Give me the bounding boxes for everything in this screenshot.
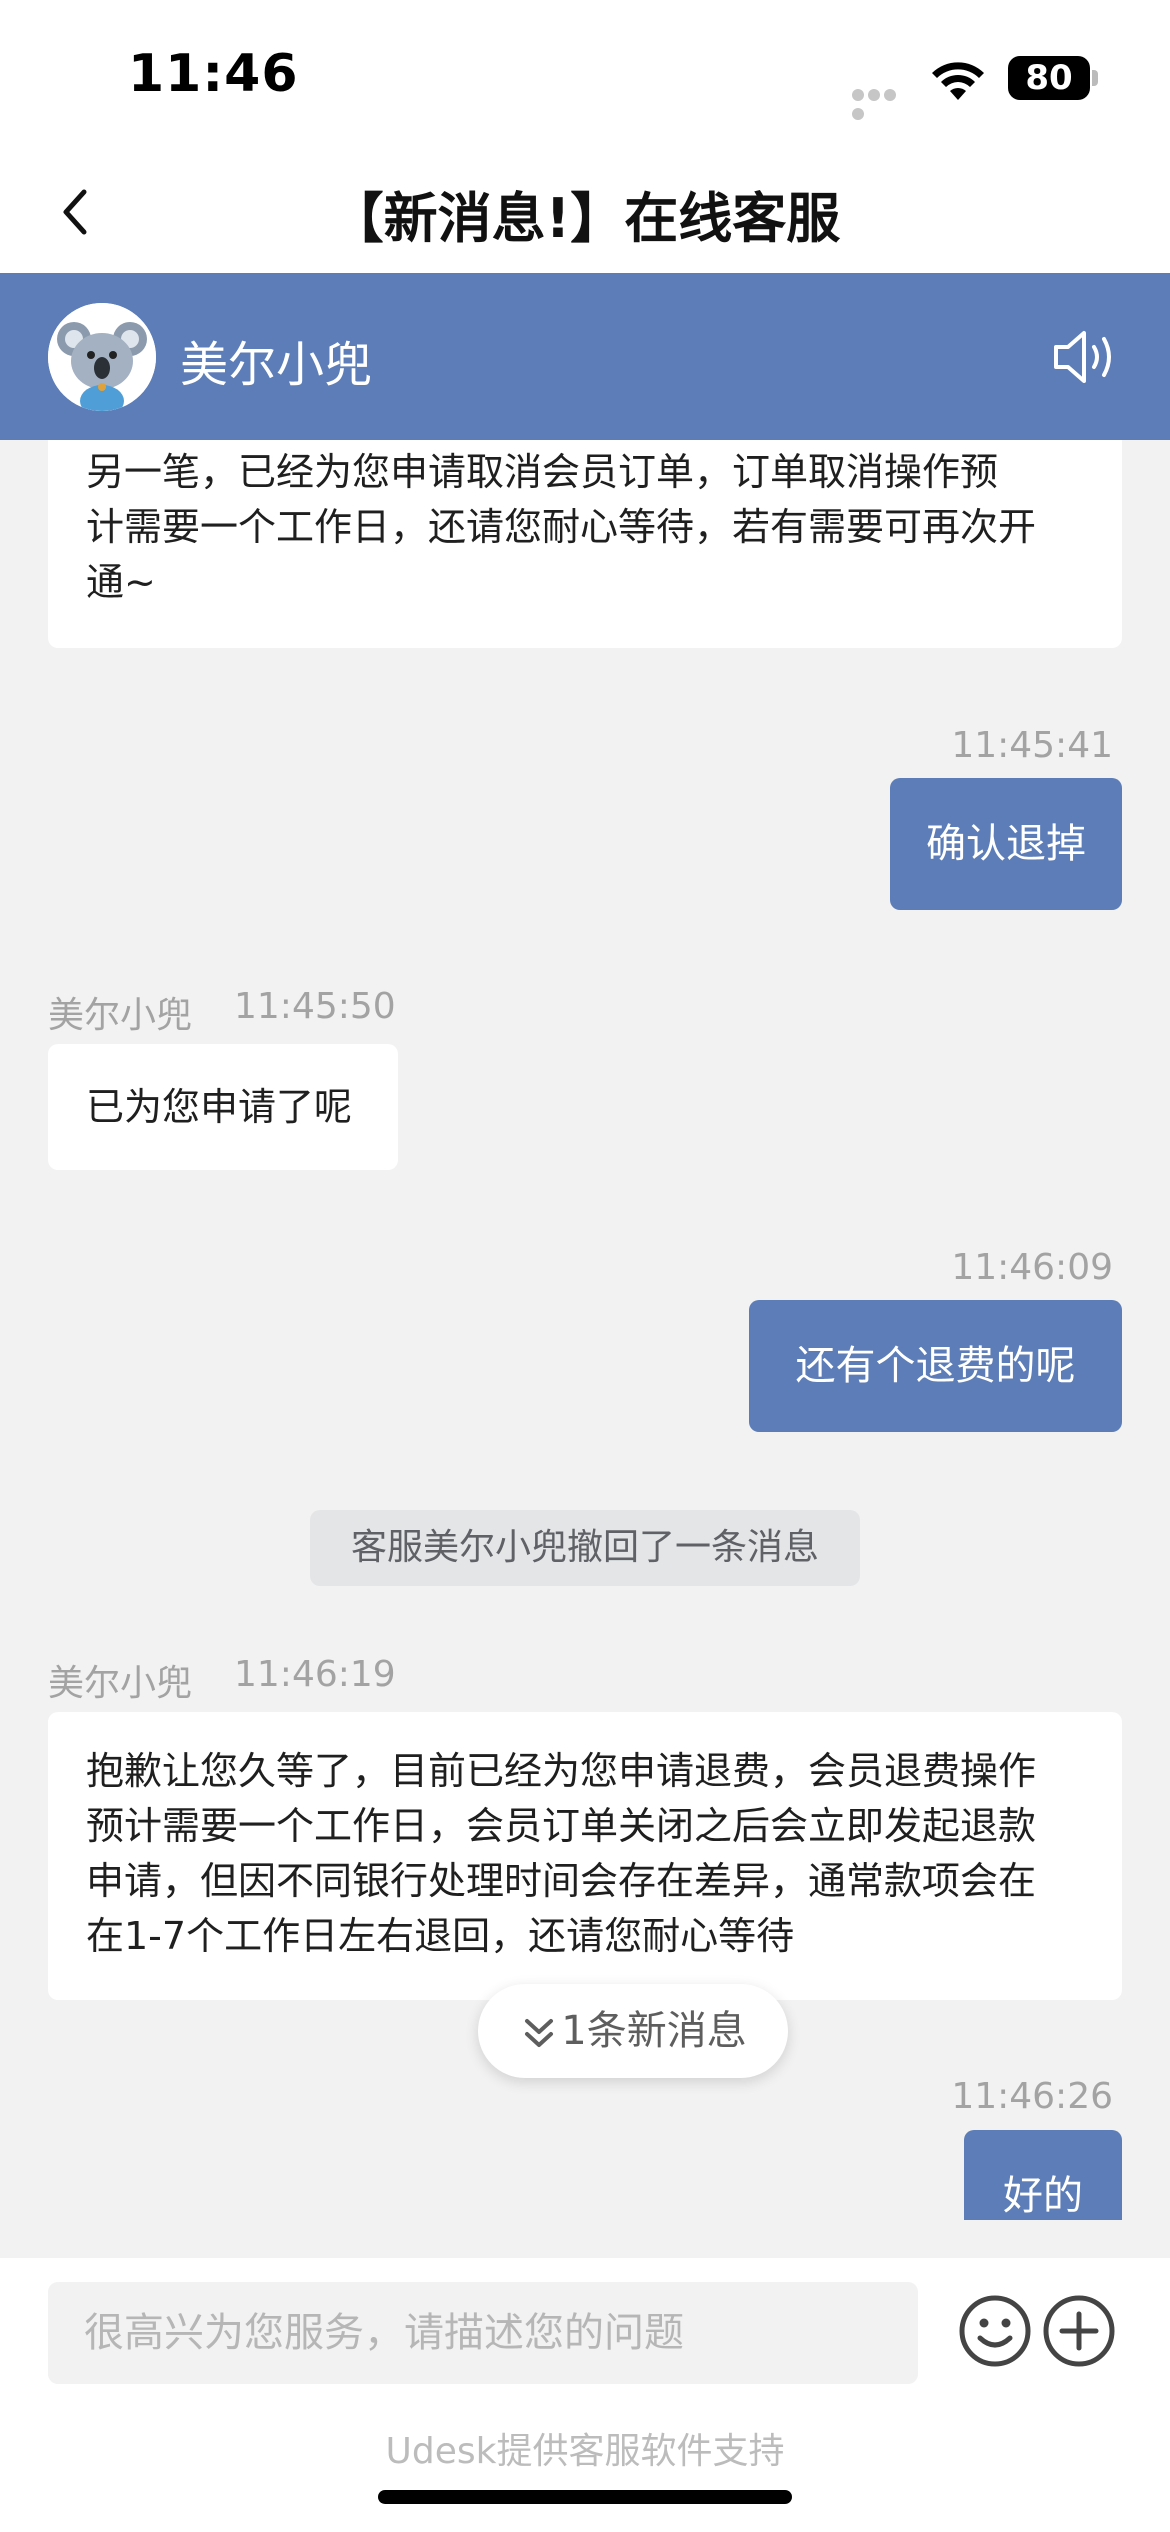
- status-bar: 11:46 80: [0, 0, 1170, 150]
- agent-message-bubble: 已为您申请了呢: [48, 1044, 398, 1170]
- message-text-line: 申请，但因不同银行处理时间会存在差异，通常款项会在: [86, 1859, 1037, 1903]
- agent-message-bubble: 另一笔，已经为您申请取消会员订单，订单取消操作预 计需要一个工作日，还请您耐心等…: [48, 440, 1122, 648]
- speaker-icon[interactable]: [1050, 325, 1122, 389]
- emoji-icon[interactable]: [958, 2294, 1032, 2368]
- system-notice: 客服美尔小兜撤回了一条消息: [310, 1510, 860, 1586]
- status-time: 11:46: [128, 44, 299, 104]
- powered-by-text: Udesk提供客服软件支持: [385, 2431, 785, 2472]
- message-text-line: 在1-7个工作日左右退回，还请您耐心等待: [86, 1914, 795, 1958]
- koala-avatar-icon: [48, 303, 156, 411]
- new-messages-label: 1条新消息: [561, 2008, 747, 2054]
- message-timestamp: 11:46:09: [951, 1247, 1113, 1288]
- message-input[interactable]: [48, 2282, 918, 2384]
- agent-sender-name: 美尔小兜: [48, 995, 193, 1036]
- new-messages-button[interactable]: 1条新消息: [478, 1984, 788, 2078]
- message-timestamp: 11:45:41: [951, 725, 1113, 766]
- cellular-signal-icon: [852, 86, 914, 120]
- agent-message-bubble: 抱歉让您久等了，目前已经为您申请退费，会员退费操作 预计需要一个工作日，会员订单…: [48, 1712, 1122, 2000]
- home-indicator[interactable]: [378, 2490, 792, 2504]
- agent-sender name: 美尔小兜: [48, 1663, 193, 1704]
- user-message-bubble: 确认退掉: [890, 778, 1122, 910]
- double-chevron-down-icon: [525, 2019, 554, 2047]
- plus-circle-icon[interactable]: [1042, 2294, 1116, 2368]
- agent-header: 美尔小兜: [0, 273, 1170, 440]
- chat-messages[interactable]: 另一笔，已经为您申请取消会员订单，订单取消操作预 计需要一个工作日，还请您耐心等…: [0, 440, 1170, 2220]
- user-message-bubble: 好的: [964, 2130, 1122, 2220]
- agent-name: 美尔小兜: [180, 337, 373, 393]
- message-text-line: 通~: [86, 560, 156, 604]
- message-text-line: 预计需要一个工作日，会员订单关闭之后会立即发起退款: [86, 1804, 1037, 1848]
- battery-tip: [1092, 70, 1098, 86]
- message-text-line: 计需要一个工作日，还请您耐心等待，若有需要可再次开: [86, 505, 1037, 549]
- message-timestamp: 11:46:19: [234, 1654, 396, 1695]
- page-title: 【新消息!】在线客服: [329, 187, 841, 250]
- message-timestamp: 11:45:50: [234, 986, 396, 1027]
- user-message-bubble: 还有个退费的呢: [749, 1300, 1122, 1432]
- input-bar: Udesk提供客服软件支持: [0, 2258, 1170, 2532]
- message-text-line: 抱歉让您久等了，目前已经为您申请退费，会员退费操作: [86, 1749, 1037, 1793]
- message-text-line: 另一笔，已经为您申请取消会员订单，订单取消操作预: [86, 450, 999, 494]
- avatar: [48, 303, 156, 411]
- nav-bar: 【新消息!】在线客服: [0, 150, 1170, 273]
- battery-indicator: 80: [1008, 56, 1090, 100]
- message-timestamp: 11:46:26: [951, 2076, 1113, 2117]
- wifi-icon: [932, 62, 984, 100]
